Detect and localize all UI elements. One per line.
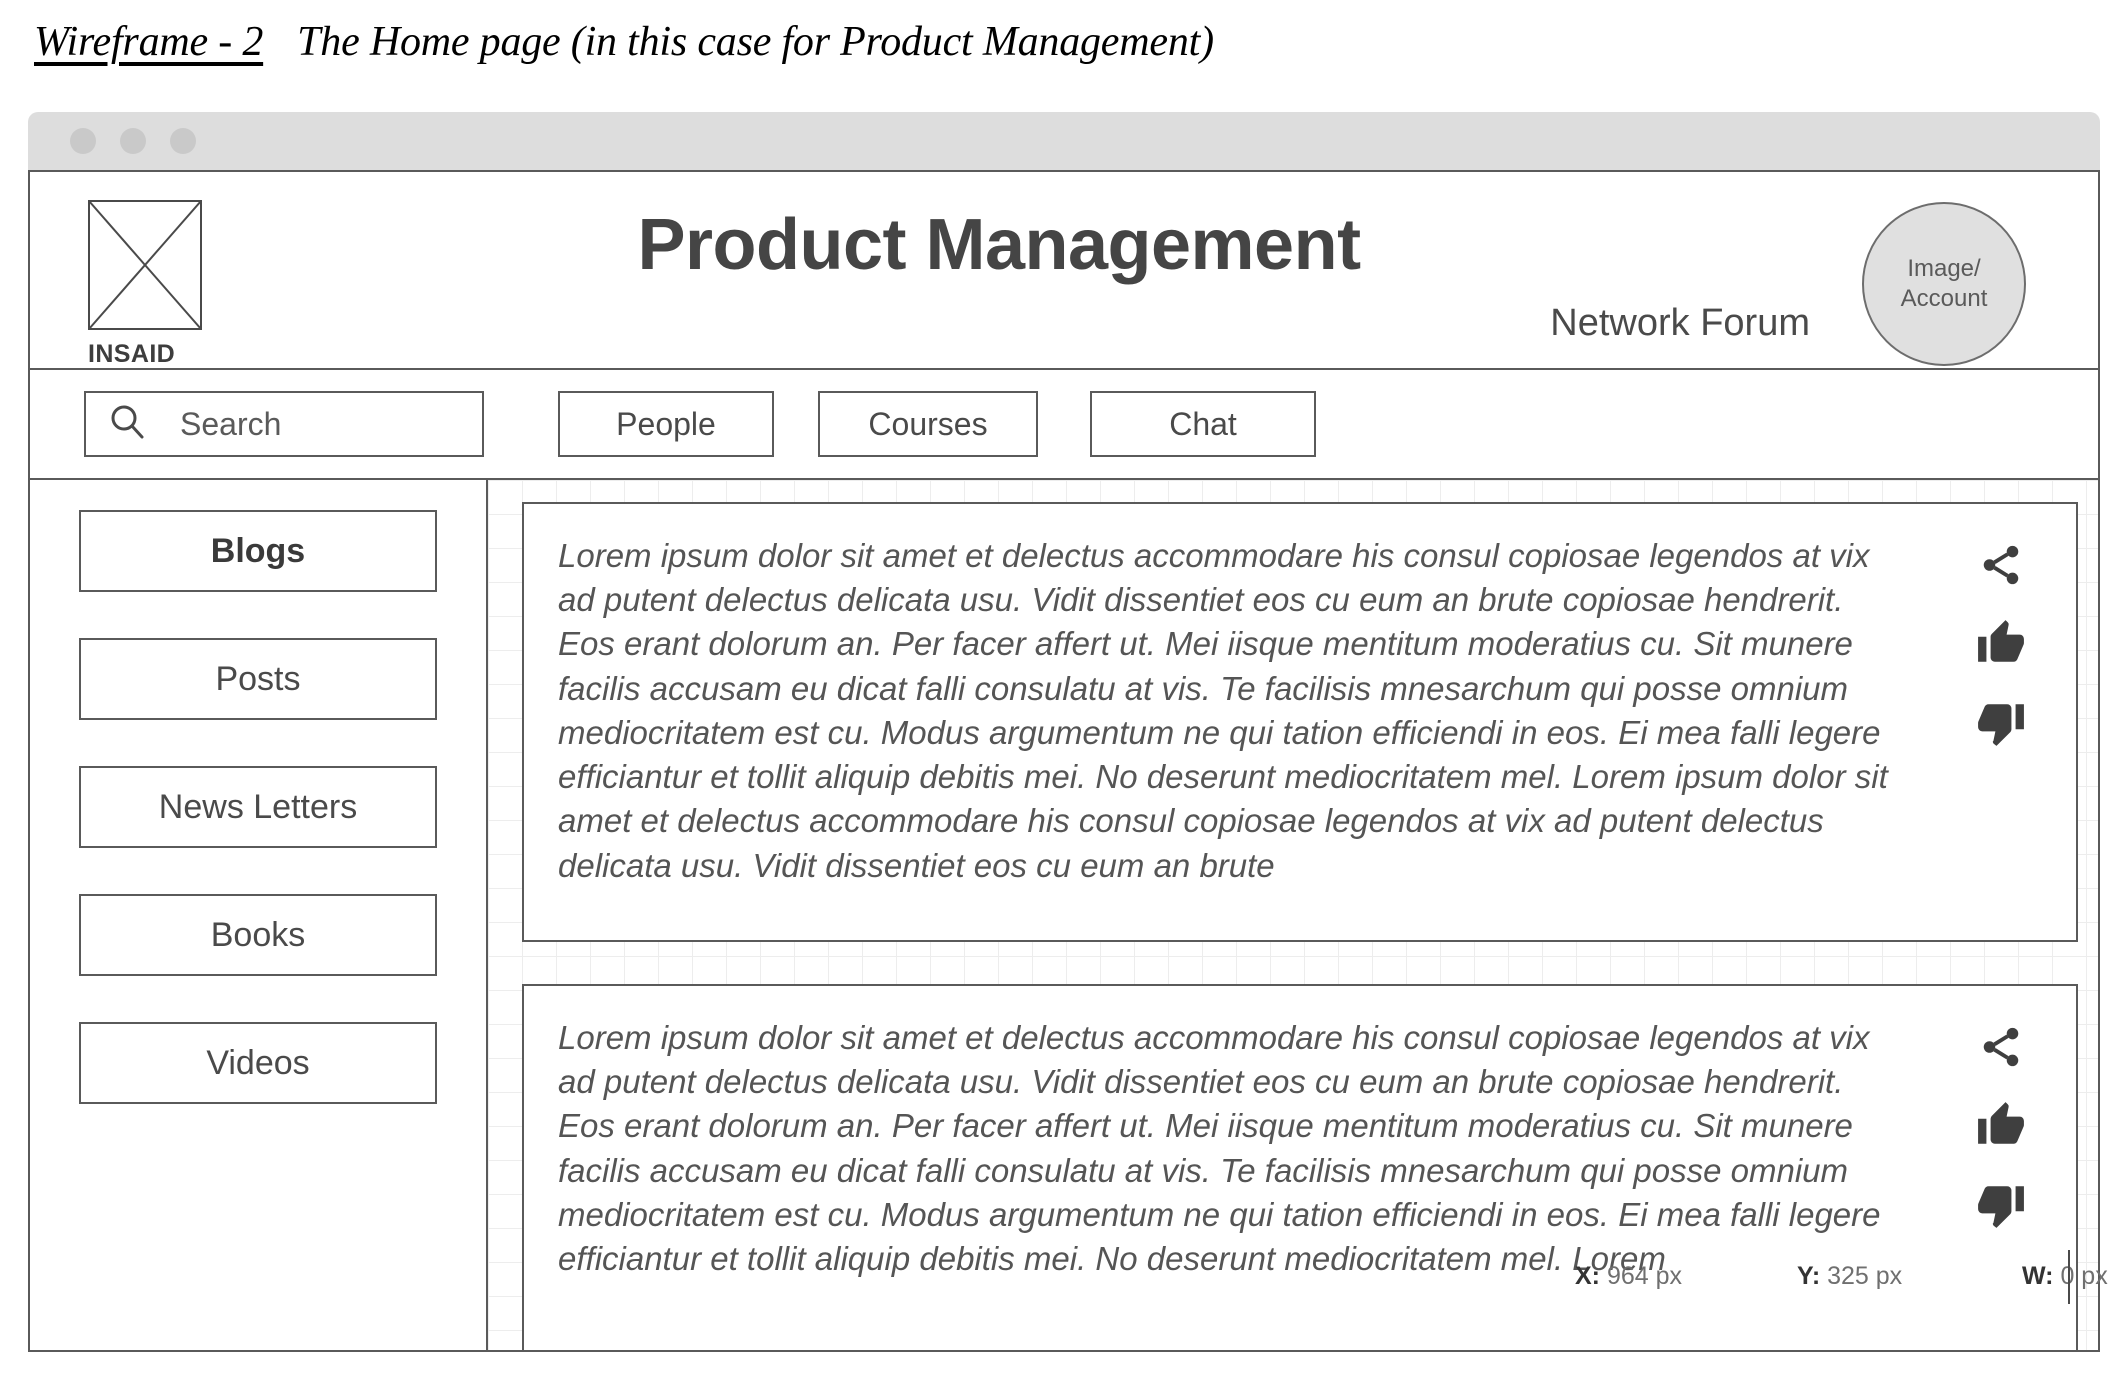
window-dot-close-icon[interactable] <box>70 128 96 154</box>
wireframe-caption-label: Wireframe - 2 <box>34 19 264 65</box>
sidebar: Blogs Posts News Letters Books Videos <box>30 480 488 1350</box>
wireframe-caption: Wireframe - 2 The Home page (in this cas… <box>34 18 1214 90</box>
brand-label: INSAID <box>88 340 176 368</box>
nav-button-people[interactable]: People <box>558 391 774 457</box>
search-input-text: Search <box>180 405 282 442</box>
content-feed: Lorem ipsum dolor sit amet et delectus a… <box>488 480 2098 1350</box>
share-icon[interactable] <box>1978 542 2024 588</box>
search-icon <box>108 403 146 446</box>
sidebar-item-blogs[interactable]: Blogs <box>79 510 437 592</box>
avatar-line-2: Account <box>1900 285 1988 312</box>
wireframe-caption-text: The Home page (in this case for Product … <box>297 19 1214 65</box>
post-actions <box>1926 528 2076 916</box>
window-dot-maximize-icon[interactable] <box>170 128 196 154</box>
page-subtitle: Network Forum <box>1550 302 1810 344</box>
navigation-bar: Search People Courses Chat <box>30 370 2098 480</box>
avatar-line-1: Image/ <box>1907 255 1981 282</box>
thumbs-up-icon[interactable] <box>1976 1100 2026 1150</box>
avatar[interactable]: Image/ Account <box>1862 202 2026 366</box>
nav-button-chat[interactable]: Chat <box>1090 391 1316 457</box>
nav-button-courses[interactable]: Courses <box>818 391 1038 457</box>
page-title: Product Management <box>637 205 1361 285</box>
search-input[interactable]: Search <box>84 391 484 457</box>
sidebar-item-news-letters[interactable]: News Letters <box>79 766 437 848</box>
window-titlebar <box>28 112 2100 170</box>
post-actions <box>1926 1010 2076 1350</box>
thumbs-down-icon[interactable] <box>1976 1180 2026 1230</box>
post-body-text: Lorem ipsum dolor sit amet et delectus a… <box>558 1019 1881 1278</box>
thumbs-down-icon[interactable] <box>1976 698 2026 748</box>
page-frame: INSAID Product Management Network Forum … <box>28 170 2100 1352</box>
post-card: Lorem ipsum dolor sit amet et delectus a… <box>522 984 2078 1350</box>
sidebar-item-videos[interactable]: Videos <box>79 1022 437 1104</box>
thumbs-up-icon[interactable] <box>1976 618 2026 668</box>
sidebar-item-posts[interactable]: Posts <box>79 638 437 720</box>
post-body-text: Lorem ipsum dolor sit amet et delectus a… <box>558 537 1888 884</box>
browser-window-mockup: INSAID Product Management Network Forum … <box>28 112 2100 1352</box>
share-icon[interactable] <box>1978 1024 2024 1070</box>
sidebar-item-books[interactable]: Books <box>79 894 437 976</box>
measurement-caret <box>2068 1250 2070 1304</box>
post-card: Lorem ipsum dolor sit amet et delectus a… <box>522 502 2078 942</box>
page-header: INSAID Product Management Network Forum … <box>30 172 2098 370</box>
window-dot-minimize-icon[interactable] <box>120 128 146 154</box>
page-body: Blogs Posts News Letters Books Videos Lo… <box>30 480 2098 1350</box>
